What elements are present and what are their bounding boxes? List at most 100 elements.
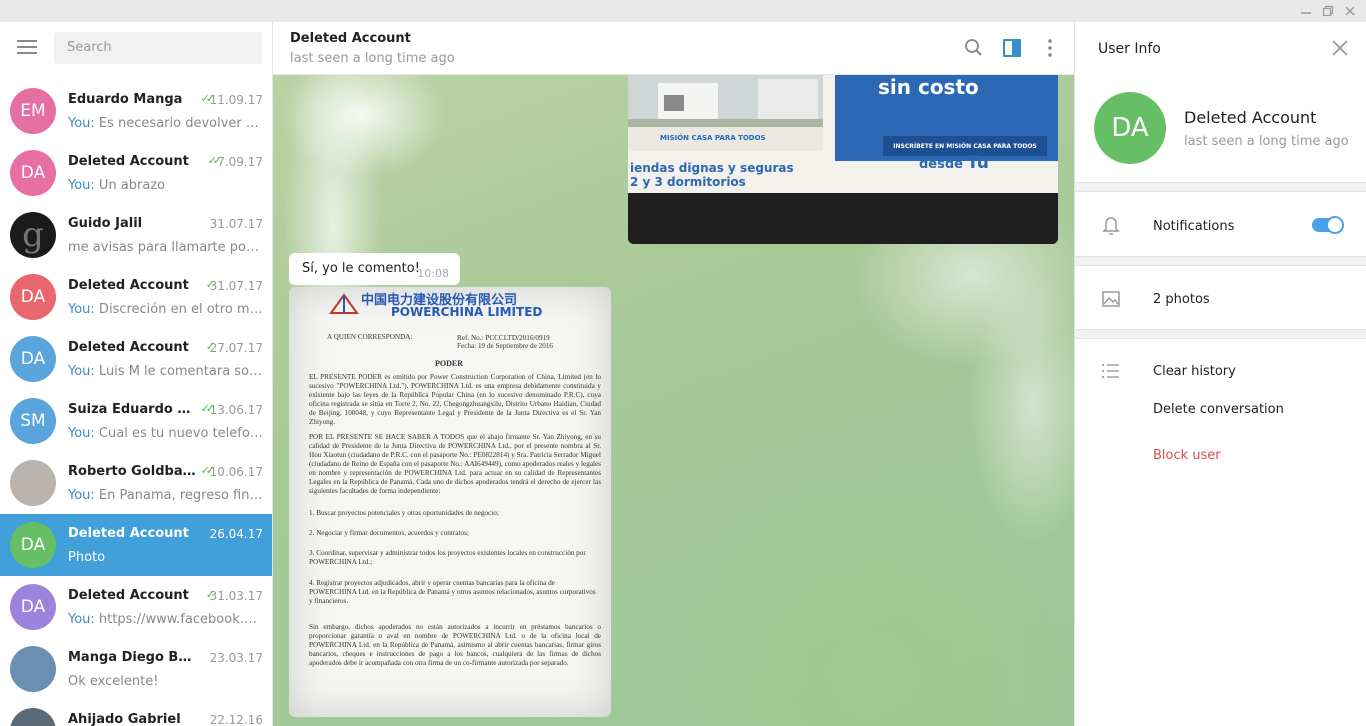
conversation-title[interactable]: Deleted Account <box>290 31 411 46</box>
photo-message-housing[interactable]: MISIÓN CASA PARA TODOS iendas dignas y s… <box>628 75 1058 244</box>
check-icon: ✓ <box>205 340 215 353</box>
document-poder: PODER <box>435 359 463 368</box>
chat-list-item[interactable]: Roberto Goldbau... 10.06.17 ✓✓ You: En Pana… <box>0 452 272 514</box>
document-item-2: 2. Negociar y firmar documentos, acuerdo… <box>309 529 469 537</box>
chat-date: 27.07.17 <box>209 341 263 355</box>
check-icon: ✓ <box>205 588 215 601</box>
user-info-title: User Info <box>1098 41 1161 57</box>
notifications-label: Notifications <box>1153 219 1235 234</box>
powerchina-logo-icon <box>329 293 359 314</box>
chat-date: 7.09.17 <box>217 155 263 169</box>
chat-list-item[interactable]: g Guido Jalil 31.07.17 me avisas para llama… <box>0 204 272 266</box>
close-window-icon[interactable] <box>1338 0 1362 22</box>
chat-list-item[interactable]: EM Eduardo Manga 11.09.17 ✓✓ You: Es necesar… <box>0 80 272 142</box>
chat-preview: Ok excelente! <box>68 674 263 689</box>
avatar: DA <box>10 584 56 630</box>
document-fecha: Fecha: 19 de Septiembre de 2016 <box>457 342 554 350</box>
minimize-icon[interactable] <box>1294 0 1318 22</box>
chat-date: 31.07.17 <box>209 279 263 293</box>
sidebar-toggle-icon[interactable] <box>1001 37 1023 59</box>
user-status: last seen a long time ago <box>1184 134 1349 149</box>
preview-text: Ok excelente! <box>68 674 159 689</box>
preview-text: Es necesario devolver doc... <box>94 116 263 131</box>
chat-list-item[interactable]: SM Suiza Eduardo M... 13.06.17 ✓✓ You: Cual … <box>0 390 272 452</box>
chat-list: EM Eduardo Manga 11.09.17 ✓✓ You: Es necesar… <box>0 80 272 726</box>
document-paragraph-1: EL PRESENTE PODER es emitido por Power C… <box>309 373 601 426</box>
section-divider <box>1075 329 1366 339</box>
chat-name: Roberto Goldbau... <box>68 464 196 479</box>
chat-name: Deleted Account <box>68 526 189 541</box>
clear-history-button[interactable]: Clear history <box>1153 364 1236 379</box>
chat-preview: You: https://www.facebook.co... <box>68 612 263 627</box>
chat-date: 11.09.17 <box>209 93 263 107</box>
chat-date: 23.03.17 <box>209 651 263 665</box>
photo-text-viviendas: iendas dignas y seguras 2 y 3 dormitorio… <box>628 155 835 193</box>
user-name: Deleted Account <box>1184 108 1317 127</box>
chat-date: 26.04.17 <box>209 527 263 541</box>
photo-house-image <box>628 75 823 127</box>
more-options-icon[interactable] <box>1039 37 1061 59</box>
chat-preview: You: Es necesario devolver doc... <box>68 116 263 131</box>
close-icon[interactable] <box>1330 38 1350 58</box>
avatar <box>10 708 56 726</box>
chat-preview: You: Cual es tu nuevo telefono. <box>68 426 263 441</box>
you-prefix: You: <box>68 178 95 193</box>
avatar: DA <box>10 336 56 382</box>
preview-text: me avisas para llamarte por fa <box>68 240 263 255</box>
chat-list-item[interactable]: DA Deleted Account 27.07.17 ✓ You: Luis M le… <box>0 328 272 390</box>
you-prefix: You: <box>68 302 95 317</box>
chat-date: 31.07.17 <box>209 217 263 231</box>
avatar: SM <box>10 398 56 444</box>
document-item-4: 4. Registrar proyectos adjudicados, abri… <box>309 579 596 605</box>
preview-text: En Panama, regreso finale... <box>94 488 263 503</box>
block-user-button[interactable]: Block user <box>1153 448 1221 463</box>
conversation-panel: Deleted Account last seen a long time ag… <box>273 22 1074 726</box>
chat-name: Deleted Account <box>68 340 189 355</box>
document-item-3: 3. Coordinar, supervisar y administrar t… <box>309 549 586 566</box>
chat-preview: me avisas para llamarte por fa <box>68 240 263 255</box>
photo-text-dormitorios: 2 y 3 dormitorios <box>630 175 746 189</box>
chat-preview: You: Luis M le comentara sobre... <box>68 364 263 379</box>
delete-conversation-button[interactable]: Delete conversation <box>1153 402 1284 417</box>
maximize-icon[interactable] <box>1316 0 1340 22</box>
avatar <box>10 646 56 692</box>
preview-text: Photo <box>68 550 106 565</box>
you-prefix: You: <box>68 426 95 441</box>
document-company-name: POWERCHINA LIMITED <box>391 305 543 319</box>
list-icon <box>1100 360 1122 382</box>
chat-name: Manga Diego Barreiro <box>68 650 196 665</box>
chat-list-item[interactable]: DA Deleted Account 26.04.17 Photo <box>0 514 272 576</box>
chat-name: Ahijado Gabriel <box>68 712 181 726</box>
chat-list-item[interactable]: DA Deleted Account 31.07.17 ✓ You: Discreció… <box>0 266 272 328</box>
conversation-header[interactable]: Deleted Account last seen a long time ag… <box>273 22 1074 75</box>
chat-name: Deleted Account <box>68 588 189 603</box>
photo-icon <box>1100 288 1122 310</box>
search-icon[interactable] <box>963 37 985 59</box>
photos-link[interactable]: 2 photos <box>1153 292 1210 307</box>
search-input[interactable]: Search <box>54 32 262 64</box>
chat-list-item[interactable]: DA Deleted Account 7.09.17 ✓✓ You: Un abrazo <box>0 142 272 204</box>
message-time: 10:08 <box>417 267 449 280</box>
chat-name: Suiza Eduardo M... <box>68 402 196 417</box>
document-paragraph-3: Sin embargo, dichos apoderados no están … <box>309 623 601 667</box>
document-item-1: 1. Buscar proyectos potenciales y otras … <box>309 509 499 517</box>
check-icon: ✓ <box>205 278 215 291</box>
chat-date: 10.06.17 <box>209 465 263 479</box>
chat-list-item[interactable]: Manga Diego Barreiro 23.03.17 Ok excelente… <box>0 638 272 700</box>
double-check-icon: ✓✓ <box>200 92 216 105</box>
photo-text-viviendas-line: iendas dignas y seguras <box>630 161 794 175</box>
photo-message-document[interactable]: 中国电力建设股份有限公司 POWERCHINA LIMITED A QUIEN … <box>289 287 611 717</box>
preview-text: Un abrazo <box>94 178 166 193</box>
bell-icon <box>1100 215 1122 237</box>
chat-list-item[interactable]: Ahijado Gabriel 22.12.16 <box>0 700 272 726</box>
hamburger-menu-icon[interactable] <box>17 40 37 54</box>
chat-list-panel: Search EM Eduardo Manga 11.09.17 ✓✓ You: Es … <box>0 22 273 726</box>
chat-list-item[interactable]: DA Deleted Account 31.03.17 ✓ You: https://w… <box>0 576 272 638</box>
message-bubble[interactable]: Sí, yo le comento! 10:08 <box>289 253 460 285</box>
chat-date: 31.03.17 <box>209 589 263 603</box>
you-prefix: You: <box>68 612 95 627</box>
double-check-icon: ✓✓ <box>207 154 223 167</box>
notifications-toggle[interactable] <box>1312 216 1344 234</box>
section-divider <box>1075 256 1366 266</box>
user-avatar[interactable]: DA <box>1094 92 1166 164</box>
